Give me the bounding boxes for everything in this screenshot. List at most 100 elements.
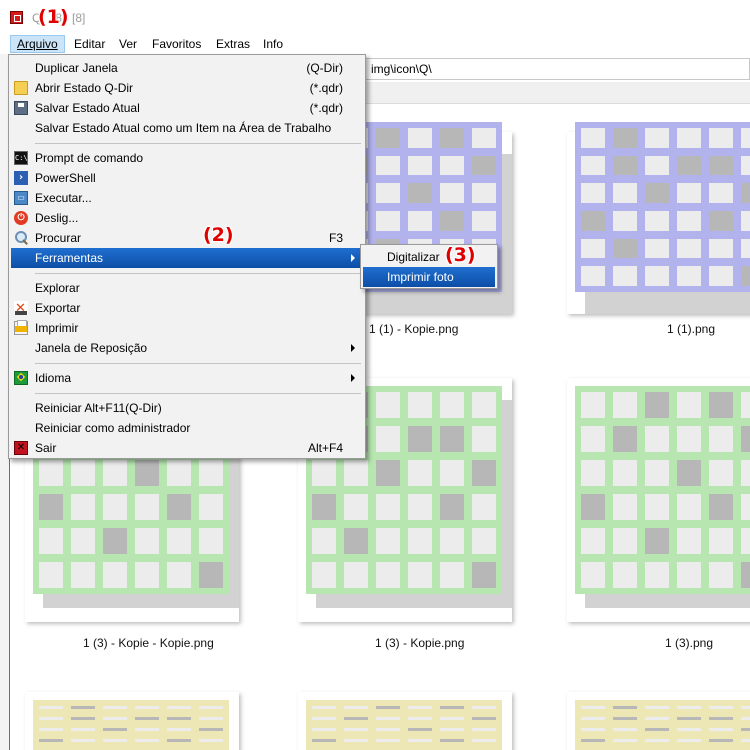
menu-item-ferramentas[interactable]: Ferramentas <box>11 248 363 268</box>
submenu-arrow-icon <box>351 374 355 382</box>
thumbnail-cell <box>709 183 733 203</box>
thumbnail-cell <box>376 728 400 731</box>
menu-info[interactable]: Info <box>257 35 289 53</box>
thumbnail-cell <box>581 392 605 418</box>
thumbnail-cell <box>472 739 496 742</box>
thumbnail-cell <box>677 562 701 588</box>
disk-icon <box>14 101 28 115</box>
menu-item-idioma[interactable]: Idioma <box>11 368 363 388</box>
menu-item-prompt-comando[interactable]: C:\ Prompt de comando <box>11 148 363 168</box>
menu-extras[interactable]: Extras <box>210 35 256 53</box>
thumbnail-cell <box>613 494 637 520</box>
thumbnail-cell <box>440 528 464 554</box>
file-thumbnail[interactable] <box>298 692 512 750</box>
thumbnail-cell <box>581 426 605 452</box>
thumbnail-cell <box>103 562 127 588</box>
menu-favoritos[interactable]: Favoritos <box>146 35 207 53</box>
thumbnail-cell <box>312 728 336 731</box>
thumbnail-cell <box>472 210 496 231</box>
thumbnail-cell <box>472 717 496 720</box>
menu-item-janela-reposicao[interactable]: Janela de Reposição <box>11 338 363 358</box>
file-thumbnail[interactable] <box>567 692 750 750</box>
thumbnail-cell <box>71 494 95 520</box>
thumbnail-cell <box>344 528 368 554</box>
thumbnail-cell <box>581 266 605 286</box>
submenu-item-imprimir-foto[interactable]: Imprimir foto <box>363 267 495 287</box>
thumbnail-cell <box>344 728 368 731</box>
app-icon[interactable] <box>10 11 23 24</box>
thumbnail-cell <box>199 717 223 720</box>
menu-item-imprimir[interactable]: Imprimir <box>11 318 363 338</box>
thumbnail-cell <box>71 728 95 731</box>
menu-item-deslig[interactable]: ⏻ Deslig... <box>11 208 363 228</box>
thumbnail-cell <box>645 562 669 588</box>
menu-item-powershell[interactable]: › PowerShell <box>11 168 363 188</box>
file-caption[interactable]: 1 (1) - Kopie.png <box>369 322 458 336</box>
print-icon <box>14 320 28 335</box>
menu-item-duplicar-janela[interactable]: Duplicar Janela (Q-Dir) <box>11 58 363 78</box>
menu-item-executar[interactable]: ▭ Executar... <box>11 188 363 208</box>
menu-item-abrir-estado[interactable]: Abrir Estado Q-Dir (*.qdr) <box>11 78 363 98</box>
thumbnail-cell <box>613 562 637 588</box>
menu-ver[interactable]: Ver <box>113 35 143 53</box>
thumbnail-cell <box>581 155 605 176</box>
thumbnail-cell <box>613 528 637 554</box>
thumbnail-cell <box>613 728 637 731</box>
menu-item-salvar-estado[interactable]: Salvar Estado Atual (*.qdr) <box>11 98 363 118</box>
thumbnail-cell <box>440 739 464 742</box>
thumbnail-cell <box>344 460 368 486</box>
file-caption[interactable]: 1 (1).png <box>667 322 715 336</box>
thumbnail-cell <box>199 562 223 588</box>
thumbnail-cell <box>741 494 750 520</box>
thumbnail-cell <box>39 460 63 486</box>
thumbnail-cell <box>440 426 464 452</box>
thumbnail-cell <box>344 706 368 709</box>
thumbnail-cell <box>376 494 400 520</box>
thumbnail-cell <box>581 128 605 148</box>
thumbnail-cell <box>472 494 496 520</box>
thumbnail-cell <box>440 728 464 731</box>
thumbnail-cell <box>472 562 496 588</box>
thumbnail-cell <box>709 717 733 720</box>
menu-item-salvar-area-trabalho[interactable]: Salvar Estado Atual como um Item na Área… <box>11 118 363 138</box>
thumbnail-cell <box>167 706 191 709</box>
thumbnail-cell <box>709 210 733 231</box>
file-thumbnail[interactable] <box>567 122 750 314</box>
file-thumbnail[interactable] <box>567 378 750 622</box>
thumbnail-cell <box>135 562 159 588</box>
file-caption[interactable]: 1 (3) - Kopie - Kopie.png <box>83 636 214 650</box>
thumbnail-cell <box>581 210 605 231</box>
file-thumbnail[interactable] <box>25 692 239 750</box>
thumbnail-cell <box>344 717 368 720</box>
menu-item-exportar[interactable]: Exportar <box>11 298 363 319</box>
thumbnail-cell <box>135 460 159 486</box>
thumbnail-cell <box>312 739 336 742</box>
thumbnail-cell <box>709 392 733 418</box>
thumbnail-cell <box>741 128 750 148</box>
thumbnail-cell <box>677 460 701 486</box>
menu-editar[interactable]: Editar <box>68 35 111 53</box>
thumbnail-cell <box>440 392 464 418</box>
file-caption[interactable]: 1 (3).png <box>665 636 713 650</box>
menu-arquivo[interactable]: Arquivo <box>10 35 65 53</box>
thumbnail-cell <box>677 494 701 520</box>
thumbnail-cell <box>581 739 605 742</box>
thumbnail-cell <box>39 728 63 731</box>
address-path: img\icon\Q\ <box>371 62 432 76</box>
thumbnail-cell <box>167 494 191 520</box>
menu-item-reiniciar-admin[interactable]: Reiniciar como administrador <box>11 418 363 438</box>
thumbnail-cell <box>39 494 63 520</box>
thumbnail-cell <box>199 494 223 520</box>
menu-item-explorar[interactable]: Explorar <box>11 278 363 298</box>
thumbnail-cell <box>645 266 669 286</box>
run-icon: ▭ <box>14 191 28 205</box>
thumbnail-cell <box>167 460 191 486</box>
menu-item-procurar[interactable]: Procurar F3 <box>11 228 363 248</box>
menu-item-sair[interactable]: ✕ Sair Alt+F4 <box>11 438 363 458</box>
file-caption[interactable]: 1 (3) - Kopie.png <box>375 636 464 650</box>
thumbnail-cell <box>135 717 159 720</box>
thumbnail-cell <box>581 494 605 520</box>
menu-item-reiniciar[interactable]: Reiniciar Alt+F11(Q-Dir) <box>11 398 363 418</box>
thumbnail-cell <box>312 706 336 709</box>
thumbnail-cell <box>376 460 400 486</box>
